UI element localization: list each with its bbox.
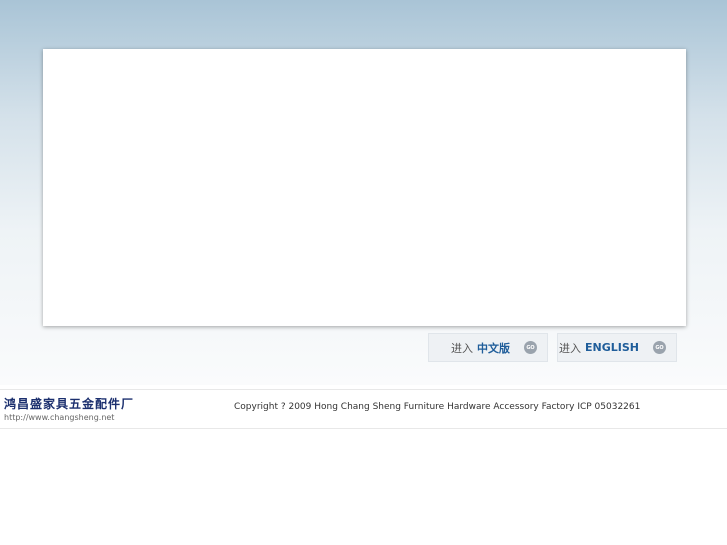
enter-label: 进入 bbox=[559, 341, 582, 355]
logo-name: 鸿昌盛家具五金配件厂 bbox=[4, 397, 135, 411]
logo-url: http://www.changsheng.net bbox=[4, 413, 115, 422]
enter-english-button[interactable]: 进入 ENGLISH GO bbox=[557, 333, 677, 362]
go-icon: GO bbox=[524, 341, 537, 354]
language-label: ENGLISH bbox=[585, 341, 639, 354]
flash-panel bbox=[43, 49, 686, 326]
company-logo: 鸿昌盛家具五金配件厂 http://www.changsheng.net bbox=[4, 395, 134, 422]
language-label: 中文版 bbox=[477, 341, 510, 355]
enter-label: 进入 bbox=[451, 341, 473, 355]
enter-chinese-button[interactable]: 进入 中文版 GO bbox=[428, 333, 548, 362]
go-icon: GO bbox=[653, 341, 666, 354]
footer: 鸿昌盛家具五金配件厂 http://www.changsheng.net Cop… bbox=[0, 389, 727, 429]
copyright-text: Copyright ? 2009 Hong Chang Sheng Furnit… bbox=[234, 402, 641, 412]
